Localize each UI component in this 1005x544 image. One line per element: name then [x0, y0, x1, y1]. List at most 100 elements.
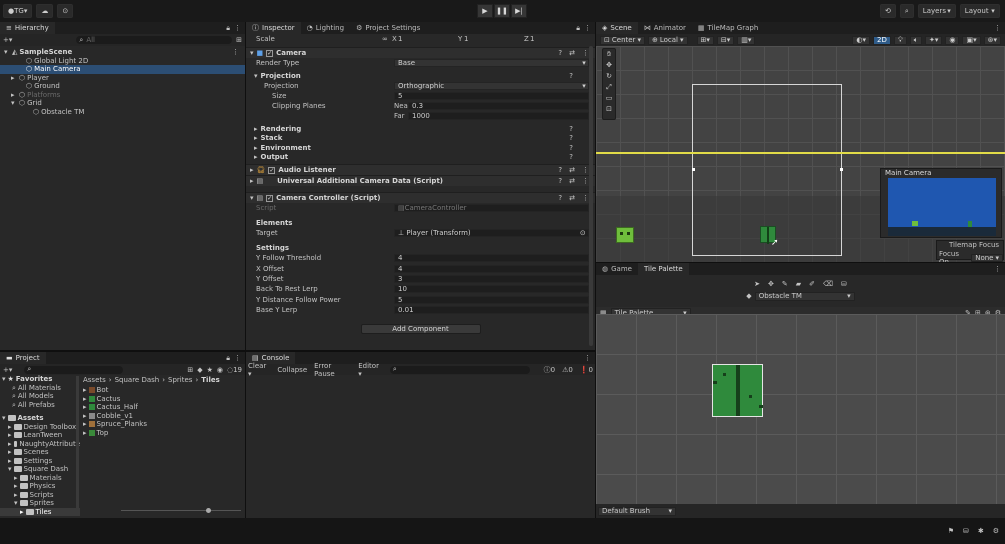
active-tilemap-dropdown[interactable]: Obstacle TM ▾	[754, 291, 855, 301]
kebab-menu-icon[interactable]: ⋮	[584, 24, 591, 33]
player-sprite[interactable]	[616, 227, 634, 243]
package-icon[interactable]: ⛁	[963, 527, 969, 535]
near-field[interactable]: 0.3	[408, 102, 589, 110]
filter-icon[interactable]: ⊞	[236, 36, 242, 44]
kebab-menu-icon[interactable]: ⋮	[582, 194, 589, 202]
transform-tool-icon[interactable]: ⊡	[603, 104, 615, 115]
clear-button[interactable]: Clear ▾	[248, 362, 270, 378]
kebab-menu-icon[interactable]: ⋮	[994, 24, 1001, 33]
camera-enabled-checkbox[interactable]: ✓	[266, 49, 274, 57]
controller-field-value[interactable]: 5	[394, 295, 589, 304]
foldout-arrow-icon[interactable]: ▾	[8, 465, 12, 474]
kebab-menu-icon[interactable]: ⋮	[584, 354, 591, 363]
tab-lighting[interactable]: ◔ Lighting	[301, 22, 350, 34]
asset-folder[interactable]: ▾ Sprites	[0, 499, 80, 508]
breadcrumb-square-dash[interactable]: Square Dash	[115, 376, 160, 384]
foldout-arrow-icon[interactable]: ▾	[4, 48, 10, 57]
help-icon[interactable]: ?	[569, 153, 573, 161]
pivot-local-dropdown[interactable]: ⊕ Local ▾	[647, 35, 688, 45]
help-icon[interactable]: ?	[558, 194, 562, 202]
asset-folder[interactable]: ▸ Settings	[0, 457, 80, 466]
hidden-packages-icon[interactable]: ◉	[217, 366, 223, 374]
asset-file[interactable]: ▸ Bot	[81, 386, 245, 395]
project-search[interactable]: ⌕	[24, 365, 124, 374]
favorites-node[interactable]: ▾ ★ Favorites	[0, 375, 80, 384]
type-filter-icon[interactable]: ⊞	[187, 366, 193, 374]
controller-field-value[interactable]: 3	[394, 274, 589, 283]
hierarchy-item[interactable]: ▸ ⬡ Player	[0, 74, 245, 83]
kebab-menu-icon[interactable]: ⋮	[582, 166, 589, 174]
preset-icon[interactable]: ⇄	[569, 49, 575, 57]
add-icon[interactable]: +▾	[3, 366, 12, 374]
breadcrumb-tiles[interactable]: Tiles	[201, 376, 220, 384]
asset-folder[interactable]: ▸ Design Toolbox	[0, 423, 80, 432]
foldout-arrow-icon[interactable]: ▸	[14, 482, 18, 491]
asset-folder[interactable]: ▸ Tiles	[0, 507, 80, 517]
asset-folder[interactable]: ▸ NaughtyAttribute	[0, 440, 80, 449]
far-field[interactable]: 1000	[408, 112, 589, 120]
favorite-item[interactable]: ⌕ All Models	[0, 392, 80, 401]
hierarchy-item[interactable]: ⬡ Global Light 2D	[0, 57, 245, 66]
asset-folder[interactable]: ▸ Scenes	[0, 448, 80, 457]
help-icon[interactable]: ?	[558, 49, 562, 57]
eraser-icon[interactable]: ⌫	[823, 280, 833, 288]
kebab-menu-icon[interactable]: ⋮	[582, 49, 589, 57]
hierarchy-search[interactable]: ⌕ All	[76, 36, 233, 44]
step-button[interactable]: ▶|	[511, 4, 527, 18]
inspector-scrollbar[interactable]	[589, 46, 593, 346]
pause-button[interactable]: ❚❚	[494, 4, 510, 18]
size-field[interactable]: 5	[394, 92, 589, 100]
lock-icon[interactable]: 🔒︎	[226, 354, 230, 363]
asset-folder[interactable]: ▸ Materials	[0, 474, 80, 483]
preset-icon[interactable]: ⇄	[569, 166, 575, 174]
hierarchy-item[interactable]: ⬡ Obstacle TM	[0, 108, 245, 117]
render-type-dropdown[interactable]: Base ▾	[394, 59, 589, 67]
kebab-menu-icon[interactable]: ⋮	[234, 24, 241, 33]
search-button[interactable]: ⌕	[899, 4, 914, 18]
tab-project[interactable]: ▬ Project	[0, 352, 46, 364]
controller-field-value[interactable]: 4	[394, 264, 589, 273]
grid-snap-button[interactable]: ⊞▾	[696, 35, 714, 45]
settings-icon[interactable]: ⚙	[993, 527, 999, 535]
scale-z-field[interactable]: 1	[530, 35, 580, 43]
help-icon[interactable]: ?	[558, 177, 562, 185]
camera-section-stack[interactable]: ▸ Stack?	[246, 134, 595, 144]
move-tool-icon[interactable]: ✥	[603, 60, 615, 71]
hierarchy-item[interactable]: ⬡ Main Camera	[0, 65, 245, 74]
link-icon[interactable]: ∞	[382, 35, 392, 43]
kebab-menu-icon[interactable]: ⋮	[994, 265, 1001, 274]
paint-brush-icon[interactable]: ✎	[782, 280, 788, 288]
controller-field-value[interactable]: 0.01	[394, 306, 589, 315]
cactus-palette-tile[interactable]	[712, 364, 763, 417]
kebab-menu-icon[interactable]: ⋮	[582, 177, 589, 185]
help-icon[interactable]: ?	[569, 72, 573, 80]
shading-mode-button[interactable]: ◐▾	[852, 35, 871, 45]
progress-icon[interactable]: ⚑	[948, 527, 954, 535]
error-count[interactable]: ❗0	[580, 366, 593, 374]
scale-tool-icon[interactable]: ⤢	[603, 82, 615, 93]
help-icon[interactable]: ?	[558, 166, 562, 174]
favorite-item[interactable]: ⌕ All Prefabs	[0, 401, 80, 410]
preset-icon[interactable]: ⇄	[569, 177, 575, 185]
preset-icon[interactable]: ⇄	[569, 194, 575, 202]
focus-on-dropdown[interactable]: None ▾	[971, 254, 1003, 262]
scale-x-field[interactable]: 1	[398, 35, 458, 43]
rotate-tool-icon[interactable]: ↻	[603, 71, 615, 82]
label-filter-icon[interactable]: ◆	[197, 366, 202, 374]
collapse-button[interactable]: Collapse	[277, 366, 307, 374]
favorite-icon[interactable]: ★	[207, 366, 213, 374]
foldout-arrow-icon[interactable]: ▸	[11, 91, 17, 100]
breadcrumb-assets[interactable]: Assets	[83, 376, 106, 384]
tab-game[interactable]: ◍ Game	[596, 263, 638, 275]
foldout-arrow-icon[interactable]: ▸	[8, 448, 12, 457]
foldout-arrow-icon[interactable]: ▸	[14, 474, 18, 483]
object-picker-icon[interactable]: ⊙	[580, 229, 588, 237]
hidden-toggle[interactable]: ◉	[945, 35, 960, 45]
foldout-arrow-icon[interactable]: ▸	[20, 508, 24, 517]
console-search[interactable]: ⌕	[389, 365, 530, 374]
asset-folder[interactable]: ▸ LeanTween	[0, 431, 80, 440]
box-fill-icon[interactable]: ▰	[796, 280, 801, 288]
foldout-arrow-icon[interactable]: ▸	[8, 457, 12, 466]
hierarchy-item[interactable]: ▾ ⬡ Grid	[0, 99, 245, 108]
projection-dropdown[interactable]: Orthographic ▾	[394, 82, 589, 90]
